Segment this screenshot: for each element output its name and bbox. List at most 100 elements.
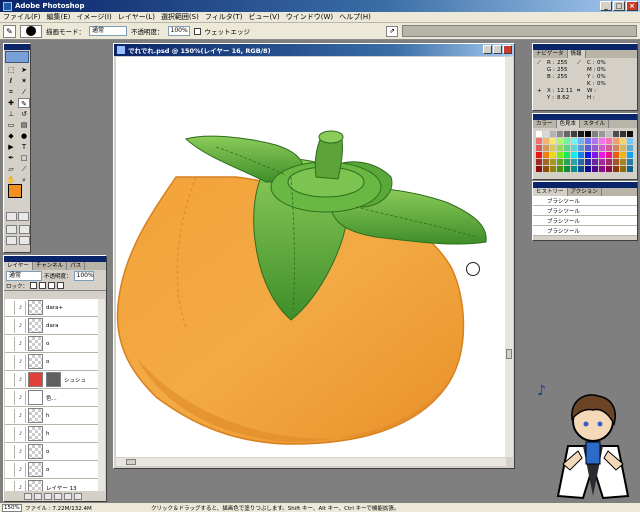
close-button[interactable]: × bbox=[626, 1, 638, 11]
layer-opacity-input[interactable]: 100% bbox=[73, 270, 94, 281]
color-swatch[interactable] bbox=[613, 159, 619, 165]
color-swatch[interactable] bbox=[613, 131, 619, 137]
color-swatch[interactable] bbox=[592, 131, 598, 137]
color-swatch[interactable] bbox=[599, 138, 605, 144]
document-vertical-scrollbar[interactable] bbox=[505, 57, 513, 457]
color-swatch[interactable] bbox=[599, 159, 605, 165]
color-swatch[interactable] bbox=[557, 166, 563, 172]
menu-view[interactable]: ビュー(V) bbox=[248, 12, 279, 22]
color-swatch[interactable] bbox=[613, 138, 619, 144]
color-swatch[interactable] bbox=[564, 145, 570, 151]
layer-blend-select[interactable]: 通常 bbox=[6, 270, 42, 281]
layer-row[interactable]: ♪ 色... bbox=[5, 389, 99, 407]
layer-link-icon[interactable]: ♪ bbox=[16, 444, 26, 459]
layer-link-icon[interactable]: ♪ bbox=[16, 408, 26, 423]
vertical-scroll-thumb[interactable] bbox=[506, 349, 512, 359]
document-horizontal-scrollbar[interactable] bbox=[116, 458, 506, 466]
path-select-icon[interactable]: ▶ bbox=[5, 142, 17, 152]
color-swatch[interactable] bbox=[536, 159, 542, 165]
color-swatch[interactable] bbox=[599, 131, 605, 137]
adobe-online-icon[interactable] bbox=[5, 51, 29, 63]
color-swatch[interactable] bbox=[613, 145, 619, 151]
menu-select[interactable]: 選択範囲(S) bbox=[161, 12, 199, 22]
color-swatch[interactable] bbox=[543, 152, 549, 158]
brush-tool-icon-toolbox[interactable]: ✎ bbox=[18, 98, 30, 108]
color-swatch[interactable] bbox=[536, 166, 542, 172]
color-swatch[interactable] bbox=[620, 152, 626, 158]
color-swatch[interactable] bbox=[606, 138, 612, 144]
color-swatch[interactable] bbox=[578, 152, 584, 158]
color-swatch[interactable] bbox=[536, 145, 542, 151]
color-swatch[interactable] bbox=[606, 159, 612, 165]
tab-styles[interactable]: スタイル bbox=[580, 120, 610, 128]
color-swatch[interactable] bbox=[585, 152, 591, 158]
eyedropper-icon[interactable]: ⟋ bbox=[18, 164, 30, 174]
color-swatch[interactable] bbox=[550, 131, 556, 137]
color-swatch[interactable] bbox=[599, 152, 605, 158]
tab-navigator[interactable]: ナビゲータ bbox=[533, 50, 568, 58]
move-tool-icon[interactable]: ➤ bbox=[18, 65, 30, 75]
trash-icon[interactable] bbox=[74, 492, 82, 500]
palette-well[interactable] bbox=[402, 25, 637, 37]
tab-paths[interactable]: パス bbox=[67, 262, 86, 270]
file-browser-icon[interactable]: ⇗ bbox=[386, 26, 398, 37]
color-swatch[interactable] bbox=[613, 166, 619, 172]
color-swatch[interactable] bbox=[564, 131, 570, 137]
color-swatch[interactable] bbox=[543, 145, 549, 151]
screen-mode-full-icon[interactable] bbox=[6, 236, 17, 245]
visibility-eye-icon[interactable] bbox=[5, 336, 15, 351]
color-swatch[interactable] bbox=[606, 131, 612, 137]
layer-link-icon[interactable]: ♪ bbox=[16, 372, 26, 387]
color-swatch[interactable] bbox=[578, 131, 584, 137]
color-swatch[interactable] bbox=[627, 138, 633, 144]
gradient-tool-icon[interactable]: ▤ bbox=[18, 120, 30, 130]
document-titlebar[interactable]: でれでれ.psd @ 150%(レイヤー 16, RGB/8) bbox=[114, 44, 514, 56]
color-swatch[interactable] bbox=[550, 138, 556, 144]
color-swatch[interactable] bbox=[599, 166, 605, 172]
color-swatch[interactable] bbox=[606, 152, 612, 158]
tab-history[interactable]: ヒストリー bbox=[533, 188, 568, 196]
doc-minimize-button[interactable] bbox=[483, 45, 492, 54]
color-swatch[interactable] bbox=[585, 159, 591, 165]
color-swatch[interactable] bbox=[592, 138, 598, 144]
color-swatch[interactable] bbox=[585, 131, 591, 137]
visibility-eye-icon[interactable] bbox=[5, 408, 15, 423]
color-swatch[interactable] bbox=[578, 159, 584, 165]
color-swatch[interactable] bbox=[557, 138, 563, 144]
color-swatch[interactable] bbox=[564, 138, 570, 144]
menu-layer[interactable]: レイヤー(L) bbox=[118, 12, 155, 22]
visibility-eye-icon[interactable] bbox=[5, 426, 15, 441]
maximize-button[interactable]: □ bbox=[613, 1, 625, 11]
color-swatch[interactable] bbox=[585, 138, 591, 144]
color-swatch[interactable] bbox=[599, 145, 605, 151]
color-swatch[interactable] bbox=[571, 145, 577, 151]
color-swatch[interactable] bbox=[592, 145, 598, 151]
wet-edges-checkbox[interactable] bbox=[193, 27, 201, 35]
notes-tool-icon[interactable]: ▱ bbox=[5, 164, 17, 174]
imageready-icon[interactable] bbox=[19, 236, 30, 245]
layer-row[interactable]: ♪ シュシュ bbox=[5, 371, 99, 389]
color-swatch[interactable] bbox=[620, 166, 626, 172]
layer-link-icon[interactable]: ♪ bbox=[16, 354, 26, 369]
crop-tool-icon[interactable]: ⌗ bbox=[5, 87, 17, 97]
color-swatch[interactable] bbox=[564, 152, 570, 158]
layer-link-icon[interactable]: ♪ bbox=[16, 426, 26, 441]
screen-mode-full-menu-icon[interactable] bbox=[19, 225, 30, 234]
layer-row[interactable]: ♪ o bbox=[5, 353, 99, 371]
lock-transparency-checkbox[interactable] bbox=[30, 282, 38, 289]
foreground-color-swatch[interactable] bbox=[8, 184, 22, 198]
pen-tool-icon[interactable]: ✒ bbox=[5, 153, 17, 163]
layer-row[interactable]: ♪ dara+ bbox=[5, 299, 99, 317]
color-swatch[interactable] bbox=[564, 166, 570, 172]
menu-filter[interactable]: フィルタ(T) bbox=[205, 12, 243, 22]
color-swatch[interactable] bbox=[536, 138, 542, 144]
mode-select[interactable]: 通常 bbox=[89, 26, 127, 36]
tab-layers[interactable]: レイヤー bbox=[4, 262, 33, 270]
color-swatch[interactable] bbox=[550, 166, 556, 172]
layer-row[interactable]: ♪ o bbox=[5, 335, 99, 353]
visibility-eye-icon[interactable] bbox=[5, 300, 15, 315]
visibility-eye-icon[interactable] bbox=[5, 480, 15, 491]
color-swatch[interactable] bbox=[620, 159, 626, 165]
history-brush-icon[interactable]: ↺ bbox=[18, 109, 30, 119]
color-swatch[interactable] bbox=[557, 145, 563, 151]
